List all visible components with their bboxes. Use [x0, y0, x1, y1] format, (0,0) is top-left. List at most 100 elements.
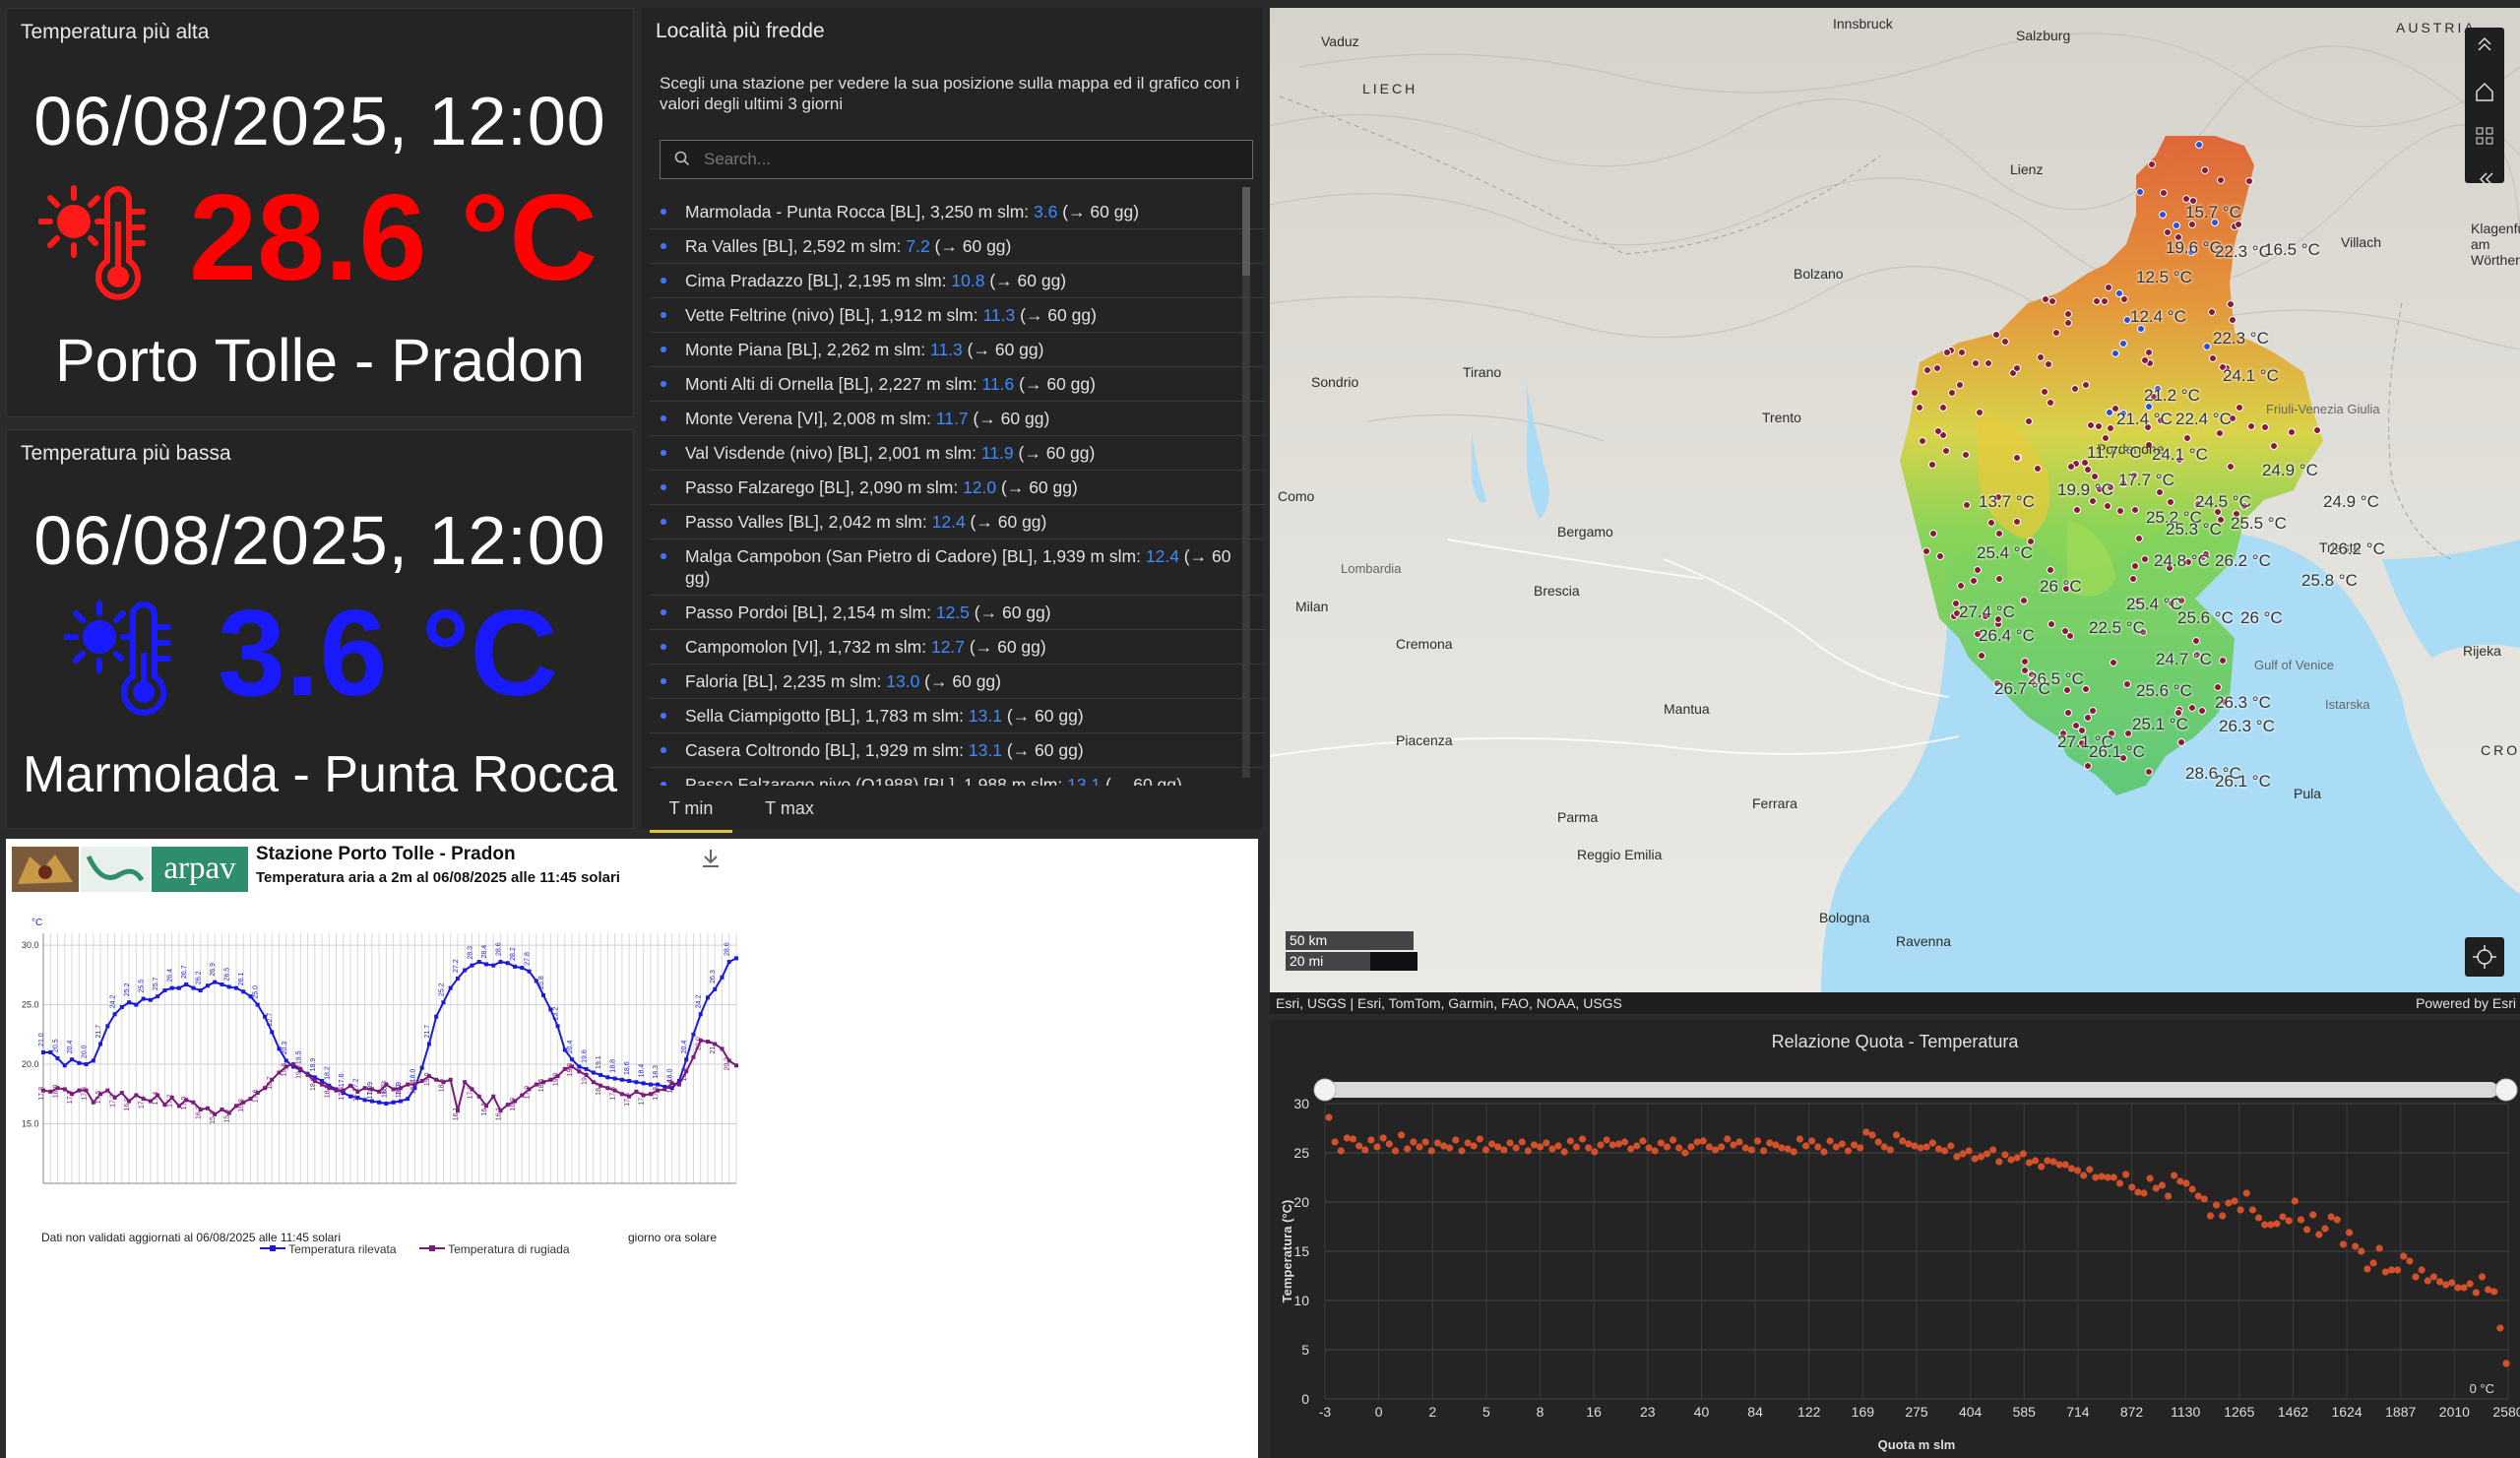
- station-list-item[interactable]: Faloria [BL], 2,235 m slm: 13.0 (→ 60 gg…: [650, 665, 1266, 699]
- scatter-point: [1627, 1145, 1635, 1153]
- scatter-point: [1427, 1147, 1435, 1155]
- data-label: 27.8: [525, 952, 532, 966]
- station-list-item[interactable]: Passo Pordoi [BL], 2,154 m slm: 12.5 (→ …: [650, 596, 1266, 630]
- basemap-gallery-icon[interactable]: [2465, 116, 2504, 156]
- data-label: 16.2: [196, 1106, 203, 1119]
- station-history-link[interactable]: (→ 60 gg): [963, 340, 1044, 359]
- map-attribution[interactable]: Esri, USGS | Esri, TomTom, Garmin, FAO, …: [1276, 995, 1622, 1011]
- scatter-point: [1446, 1144, 1454, 1152]
- station-history-link[interactable]: (→ 60 gg): [984, 271, 1066, 290]
- station-history-link[interactable]: (→ 60 gg): [965, 637, 1046, 657]
- station-list-item[interactable]: Sella Ciampigotto [BL], 1,783 m slm: 13.…: [650, 699, 1266, 733]
- home-icon[interactable]: [2465, 72, 2504, 111]
- tab-tmin[interactable]: T min: [650, 786, 732, 833]
- station-history-link[interactable]: (→ 60 gg): [1002, 740, 1084, 760]
- scatter-point: [2309, 1211, 2317, 1219]
- x-tick-label: 872: [2120, 1404, 2144, 1420]
- scatter-point: [2454, 1284, 2462, 1292]
- station-list-item[interactable]: Monti Alti di Ornella [BL], 2,227 m slm:…: [650, 367, 1266, 402]
- temperature-label: 25.6 °C: [2177, 608, 2234, 627]
- station-history-link[interactable]: (→ 60 gg): [966, 512, 1047, 532]
- station-list-item[interactable]: Cima Pradazzo [BL], 2,195 m slm: 10.8 (→…: [650, 264, 1266, 298]
- scatter-point: [1349, 1135, 1357, 1143]
- data-label: 18.0: [410, 1069, 416, 1083]
- scatter-point: [1928, 1139, 1936, 1147]
- tab-tmax[interactable]: T max: [748, 786, 831, 833]
- station-history-link[interactable]: (→ 60 gg): [996, 477, 1078, 497]
- station-history-link[interactable]: (→ 60 gg): [970, 602, 1051, 622]
- station-history-link[interactable]: (→ 60 gg): [1014, 443, 1096, 463]
- station-list-item[interactable]: Passo Valles [BL], 2,042 m slm: 12.4 (→ …: [650, 505, 1266, 539]
- observed-temp-point: [641, 1081, 646, 1086]
- temperature-label: 24.9 °C: [2323, 492, 2379, 511]
- station-temp: 3.6: [1034, 202, 1058, 222]
- scatter-point: [1470, 1142, 1478, 1150]
- scatter-point: [2038, 1163, 2046, 1171]
- station-history-link[interactable]: (→ 60 gg): [1002, 706, 1084, 726]
- station-list-item[interactable]: Val Visdende (nivo) [BL], 2,001 m slm: 1…: [650, 436, 1266, 471]
- scatter-point: [2225, 1199, 2233, 1207]
- y-tick-label: 5: [1301, 1342, 1309, 1358]
- scatter-point: [1983, 1150, 1991, 1158]
- station-list-item[interactable]: Ra Valles [BL], 2,592 m slm: 7.2 (→ 60 g…: [650, 229, 1266, 264]
- observed-temp-point: [720, 975, 724, 980]
- x-tick-label: 1265: [2224, 1404, 2254, 1420]
- scatter-point: [2110, 1173, 2117, 1181]
- station-history-link[interactable]: (→ 60 gg): [1057, 202, 1139, 222]
- scatter-point: [2297, 1216, 2305, 1224]
- observed-temp-point: [213, 980, 218, 984]
- observed-temp-point: [441, 1000, 446, 1005]
- collapse-side-icon[interactable]: [2465, 160, 2504, 198]
- scatter-point: [1814, 1143, 1822, 1151]
- station-list-item[interactable]: Passo Falzarego nivo (Q1988) [BL], 1,988…: [650, 768, 1266, 786]
- temperature-label: 25.4 °C: [2126, 595, 2182, 613]
- data-label: 18.6: [624, 1061, 631, 1075]
- station-search[interactable]: [660, 140, 1253, 179]
- station-label: Faloria [BL], 2,235 m slm:: [685, 671, 887, 691]
- scatter-point: [1325, 1113, 1333, 1121]
- station-history-link[interactable]: (→ 60 gg): [1014, 374, 1096, 394]
- data-label: 19.0: [553, 1072, 560, 1086]
- station-list-item[interactable]: Monte Piana [BL], 2,262 m slm: 11.3 (→ 6…: [650, 333, 1266, 367]
- x-tick-label: 122: [1797, 1404, 1821, 1420]
- observed-temp-point: [119, 1004, 124, 1009]
- data-label: 18.4: [639, 1064, 646, 1078]
- highest-temp-datetime: 06/08/2025, 12:00: [33, 83, 606, 159]
- station-history-link[interactable]: (→ 60 gg): [930, 236, 1012, 256]
- data-label: 17.7: [352, 1088, 359, 1102]
- collapse-up-icon[interactable]: [2465, 28, 2504, 67]
- scatter-point: [1361, 1146, 1369, 1154]
- map-view[interactable]: Innsbruck Vaduz Salzburg Bolzano Trento Berga…: [1270, 8, 2520, 992]
- list-scrollbar[interactable]: [1242, 187, 1250, 778]
- search-input[interactable]: [704, 148, 1235, 171]
- station-history-link[interactable]: (→ 60 gg): [1101, 775, 1182, 786]
- station-list[interactable]: Marmolada - Punta Rocca [BL], 3,250 m sl…: [650, 195, 1266, 786]
- data-label: 17.5: [67, 1091, 74, 1105]
- station-list-item[interactable]: Campomolon [VI], 1,732 m slm: 12.7 (→ 60…: [650, 630, 1266, 665]
- locate-button[interactable]: [2465, 937, 2504, 977]
- data-label: 16.9: [510, 1098, 517, 1111]
- station-history-link[interactable]: (→ 60 gg): [969, 409, 1049, 428]
- station-temp: 7.2: [906, 236, 930, 256]
- station-label: Monti Alti di Ornella [BL], 2,227 m slm:: [685, 374, 982, 394]
- data-label: 21.7: [424, 1025, 431, 1039]
- station-list-item[interactable]: Casera Coltrondo [BL], 1,929 m slm: 13.1…: [650, 733, 1266, 768]
- observed-temp-point: [169, 985, 174, 990]
- scatter-point: [2055, 1161, 2063, 1169]
- observed-temp-point: [598, 1072, 603, 1077]
- station-list-item[interactable]: Monte Verena [VI], 2,008 m slm: 11.7 (→ …: [650, 402, 1266, 436]
- powered-by-esri[interactable]: Powered by Esri: [2416, 995, 2516, 1011]
- station-list-item[interactable]: Passo Falzarego [BL], 2,090 m slm: 12.0 …: [650, 471, 1266, 505]
- station-history-link[interactable]: (→ 60 gg): [919, 671, 1001, 691]
- station-list-item[interactable]: Malga Campobon (San Pietro di Cadore) [B…: [650, 539, 1266, 596]
- temperature-label: 24.8 °C: [2154, 551, 2210, 570]
- temperature-label: 26.3 °C: [2215, 693, 2271, 712]
- scatter-point: [1735, 1138, 1743, 1146]
- download-icon[interactable]: [699, 847, 723, 870]
- station-list-item[interactable]: Vette Feltrine (nivo) [BL], 1,912 m slm:…: [650, 298, 1266, 333]
- y-tick-label: 10: [1293, 1293, 1309, 1308]
- scatter-point: [1379, 1134, 1387, 1142]
- station-list-item[interactable]: Marmolada - Punta Rocca [BL], 3,250 m sl…: [650, 195, 1266, 229]
- station-history-link[interactable]: (→ 60 gg): [1015, 305, 1097, 325]
- scatter-point: [2375, 1244, 2383, 1252]
